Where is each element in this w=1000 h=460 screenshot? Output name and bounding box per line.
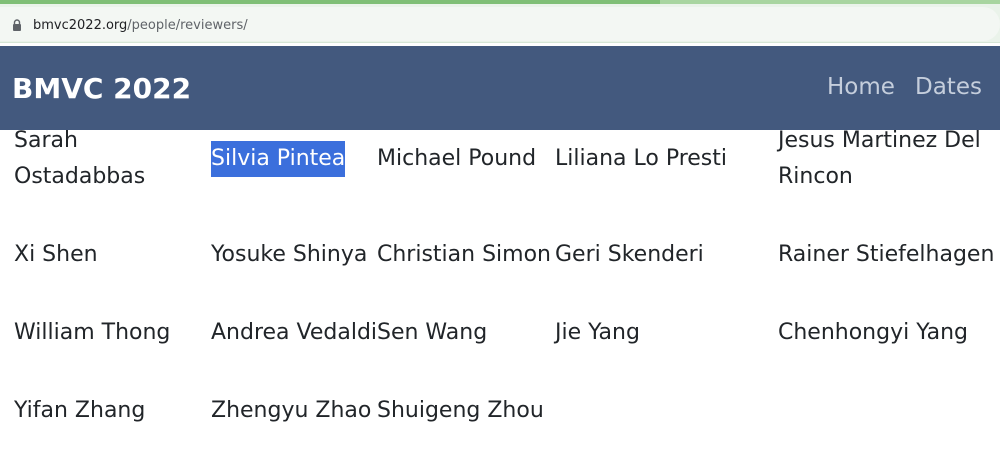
url-field[interactable]: bmvc2022.org/people/reviewers/ (0, 7, 1000, 41)
reviewer-name: Shuigeng Zhou (377, 398, 544, 423)
reviewer-name: Jesus Martinez Del Rincon (778, 128, 981, 189)
reviewer-name: Christian Simon (377, 242, 551, 267)
reviewer-name: Geri Skenderi (555, 242, 704, 267)
reviewer-name: Michael Pound (377, 146, 537, 171)
url-text[interactable]: bmvc2022.org/people/reviewers/ (33, 18, 248, 33)
site-navbar: BMVC 2022 Home Dates (0, 46, 1000, 130)
reviewer-name: Zhengyu Zhao (211, 398, 372, 423)
nav-link-dates[interactable]: Dates (915, 74, 982, 100)
reviewer-name: Xi Shen (14, 242, 98, 267)
reviewer-name: Rainer Stiefelhagen (778, 242, 995, 267)
url-domain: bmvc2022.org (33, 18, 128, 33)
reviewer-name: Chenhongyi Yang (778, 320, 969, 345)
reviewer-name: Sen Wang (377, 320, 488, 345)
site-brand[interactable]: BMVC 2022 (12, 72, 191, 105)
reviewer-name-selected: Silvia Pintea (211, 141, 346, 177)
reviewer-name: Yifan Zhang (14, 398, 146, 423)
reviewer-name: Andrea Vedaldi (211, 320, 378, 345)
nav-link-home[interactable]: Home (827, 74, 895, 100)
lock-icon (13, 19, 21, 31)
reviewers-grid: Sarah Ostadabbas Silvia Pintea Michael P… (0, 128, 1000, 460)
url-path: /people/reviewers/ (127, 18, 248, 33)
reviewer-name: William Thong (14, 320, 171, 345)
reviewer-name: Jie Yang (555, 320, 640, 345)
reviewer-name: Sarah Ostadabbas (14, 128, 146, 189)
address-bar[interactable]: bmvc2022.org/people/reviewers/ (0, 4, 1000, 43)
reviewer-name: Liliana Lo Presti (555, 146, 727, 171)
reviewer-name: Yosuke Shinya (211, 242, 368, 267)
